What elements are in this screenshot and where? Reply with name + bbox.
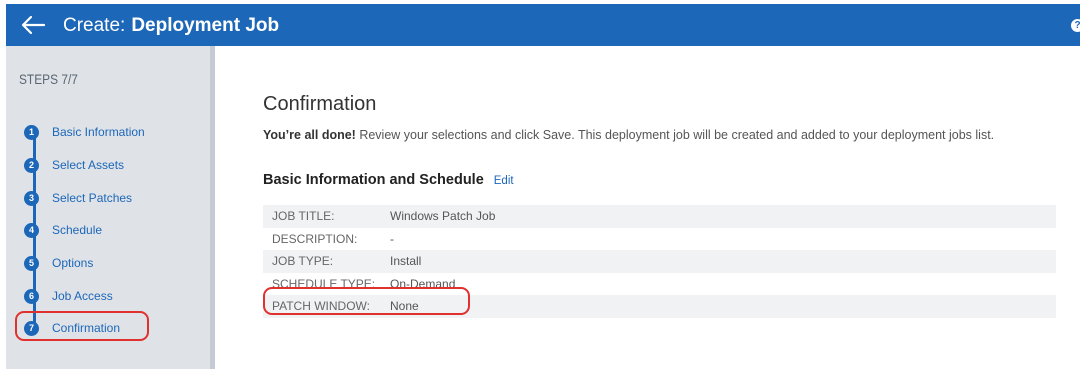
steps-sidebar: STEPS 7/7 1 Basic Information 2 Select A…: [6, 46, 215, 369]
row-label: JOB TITLE:: [272, 209, 335, 224]
step-number: 3: [24, 190, 39, 206]
step-label: Job Access: [52, 289, 113, 303]
row-value: Windows Patch Job: [390, 209, 496, 224]
title-prefix: Create:: [63, 15, 126, 36]
step-label: Basic Information: [52, 125, 145, 139]
step-label: Schedule: [52, 223, 103, 237]
row-value: Install: [390, 254, 422, 269]
title-main: Deployment Job: [131, 15, 280, 36]
step-number: 5: [24, 255, 39, 271]
section-title-text: Basic Information and Schedule: [263, 172, 484, 188]
step-select-assets[interactable]: 2 Select Assets: [24, 155, 124, 175]
schedule-type-highlight: [263, 287, 470, 315]
row-label: JOB TYPE:: [272, 254, 334, 269]
step-select-patches[interactable]: 3 Select Patches: [24, 188, 132, 208]
step-job-access[interactable]: 6 Job Access: [24, 286, 113, 306]
step-number: 6: [24, 288, 39, 304]
intro-text: You’re all done! Review your selections …: [263, 128, 994, 142]
step-basic-information[interactable]: 1 Basic Information: [24, 122, 145, 142]
step-label: Options: [52, 256, 94, 270]
edit-link[interactable]: Edit: [494, 175, 514, 187]
table-row: DESCRIPTION: -: [263, 228, 1056, 251]
step-number: 4: [24, 222, 39, 238]
step-label: Select Patches: [52, 191, 133, 205]
active-step-highlight: [15, 311, 149, 341]
steps-counter: STEPS 7/7: [19, 71, 78, 87]
row-value: -: [390, 231, 394, 246]
row-label: DESCRIPTION:: [272, 231, 358, 246]
table-row: JOB TYPE: Install: [263, 250, 1056, 273]
intro-bold: You’re all done!: [263, 128, 356, 142]
header-bar: Create: Deployment Job ?: [6, 4, 1080, 46]
step-number: 1: [24, 124, 39, 140]
page-title: Confirmation: [263, 93, 377, 115]
step-schedule[interactable]: 4 Schedule: [24, 220, 102, 240]
intro-rest: Review your selections and click Save. T…: [355, 128, 995, 142]
page-header-title: Create: Deployment Job: [63, 15, 279, 37]
table-row: JOB TITLE: Windows Patch Job: [263, 205, 1056, 228]
help-icon[interactable]: ?: [1071, 19, 1080, 32]
back-arrow-icon[interactable]: [20, 13, 46, 37]
app-frame: Create: Deployment Job ? STEPS 7/7 1 Basi…: [0, 0, 1080, 369]
step-options[interactable]: 5 Options: [24, 253, 93, 273]
step-label: Select Assets: [52, 158, 125, 172]
step-number: 2: [24, 157, 39, 173]
section-title: Basic Information and Schedule Edit: [263, 172, 514, 188]
main-content: Confirmation You’re all done! Review you…: [220, 46, 1080, 369]
